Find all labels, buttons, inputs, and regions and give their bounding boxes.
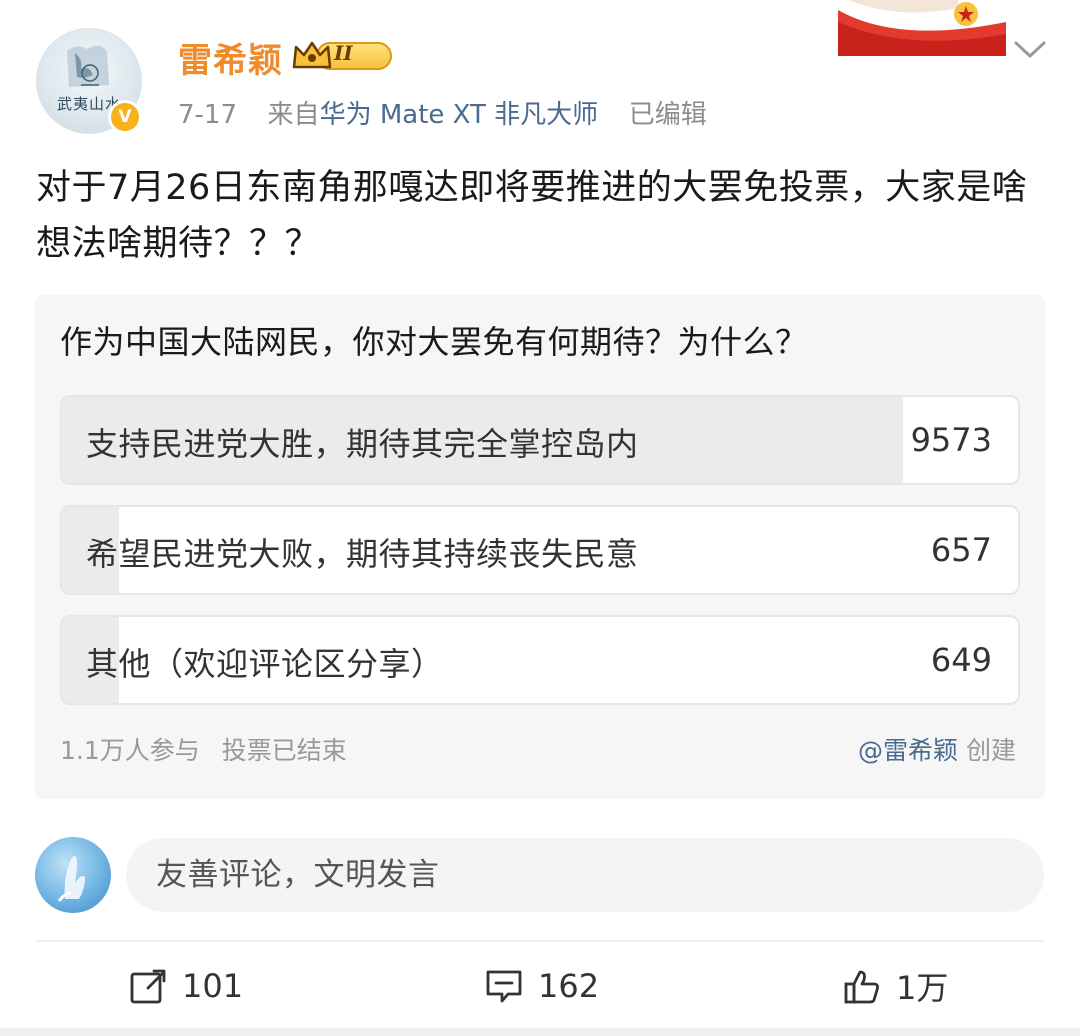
poll-stats: 1.1万人参与 投票已结束 bbox=[60, 731, 347, 767]
poll-option-count: 649 bbox=[930, 641, 992, 679]
like-icon bbox=[844, 970, 879, 1004]
repost-icon bbox=[130, 969, 166, 1004]
level-text: II bbox=[334, 41, 353, 65]
comment-icon bbox=[486, 970, 522, 1003]
poll-option[interactable]: 希望民进党大败，期待其持续丧失民意 657 bbox=[60, 505, 1020, 595]
post-text: 对于7月26日东南角那嘎达即将要推进的大罢免投票，大家是啥想法啥期待？？？ bbox=[36, 168, 1028, 264]
user-name[interactable]: 雷希颖 bbox=[178, 33, 283, 82]
bottom-strip bbox=[0, 1028, 1080, 1036]
poll-option[interactable]: 其他（欢迎评论区分享） 649 bbox=[60, 615, 1020, 705]
poll-creator-suffix: 创建 bbox=[965, 736, 1016, 765]
verified-badge-icon: V bbox=[108, 100, 142, 134]
comment-button[interactable]: 162 bbox=[484, 962, 599, 1010]
decorative-banner bbox=[838, 0, 1006, 56]
crown-icon bbox=[292, 41, 332, 69]
post-meta: 7-17 来自华为 Mate XT 非凡大师 已编辑 bbox=[178, 94, 707, 131]
poll-option-label: 支持民进党大胜，期待其完全掌控岛内 bbox=[86, 425, 639, 463]
poll-option-count: 657 bbox=[930, 531, 992, 569]
poll-participants: 1.1万人参与 bbox=[60, 736, 200, 765]
poll-option-label: 其他（欢迎评论区分享） bbox=[86, 645, 444, 683]
post-date: 7-17 bbox=[178, 100, 238, 130]
praying-hands-icon bbox=[57, 856, 85, 902]
edited-label[interactable]: 已编辑 bbox=[629, 100, 707, 130]
like-button[interactable]: 1万 bbox=[842, 962, 948, 1010]
poll-card: 作为中国大陆网民，你对大罢免有何期待？为什么？ 支持民进党大胜，期待其完全掌控岛… bbox=[34, 295, 1046, 799]
comment-input[interactable]: 友善评论，文明发言 bbox=[126, 838, 1044, 912]
poll-question: 作为中国大陆网民，你对大罢免有何期待？为什么？ bbox=[60, 323, 808, 361]
crown-level-icon[interactable]: II bbox=[290, 37, 396, 73]
poll-option-label: 希望民进党大败，期待其持续丧失民意 bbox=[86, 535, 639, 573]
source-device-link[interactable]: 华为 Mate XT 非凡大师 bbox=[320, 100, 599, 130]
my-avatar[interactable] bbox=[35, 837, 111, 913]
comment-count: 162 bbox=[538, 967, 600, 1005]
divider bbox=[36, 940, 1044, 942]
source-prefix: 来自 bbox=[267, 100, 320, 130]
poll-option[interactable]: 支持民进党大胜，期待其完全掌控岛内 9573 bbox=[60, 395, 1020, 485]
poll-option-count: 9573 bbox=[910, 421, 992, 459]
poll-creator-link[interactable]: @雷希颖 bbox=[858, 736, 958, 765]
poll-status: 投票已结束 bbox=[221, 736, 347, 765]
poll-creator: @雷希颖 创建 bbox=[858, 731, 1016, 767]
repost-button[interactable]: 101 bbox=[128, 962, 243, 1010]
like-count: 1万 bbox=[896, 969, 949, 1007]
repost-count: 101 bbox=[182, 967, 244, 1005]
chevron-down-icon[interactable] bbox=[1012, 34, 1048, 64]
